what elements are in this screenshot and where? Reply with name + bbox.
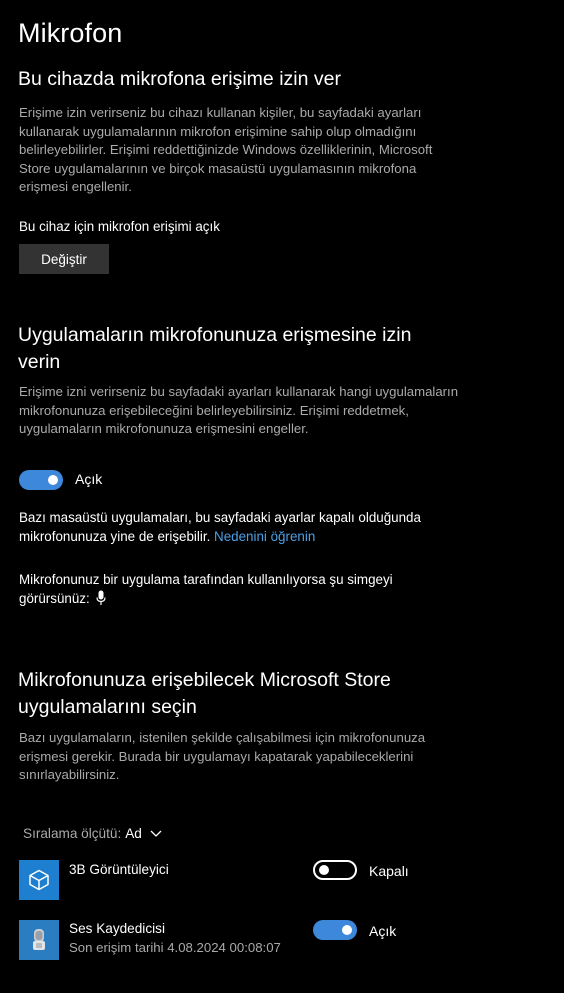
device-access-title: Bu cihazda mikrofona erişime izin ver [18,68,341,90]
learn-why-link[interactable]: Nedenini öğrenin [214,529,315,544]
change-button[interactable]: Değiştir [19,244,109,274]
app-name: Ses Kaydedicisi [69,921,165,936]
voice-recorder-icon [19,920,59,960]
device-access-description: Erişime izin verirseniz bu cihazı kullan… [19,105,433,195]
desktop-apps-note: Bazı masaüstü uygulamaları, bu sayfadaki… [19,508,444,546]
mic-icon-note: Mikrofonunuz bir uygulama tarafından kul… [19,570,419,611]
app-last-access: Son erişim tarihi 4.08.2024 00:08:07 [69,940,281,955]
app-name: 3B Görüntüleyici [69,862,169,877]
app-access-description: Erişime izni verirseniz bu sayfadaki aya… [19,384,459,437]
app-toggle-label: Açık [369,923,397,939]
store-apps-description: Bazı uygulamaların, istenilen şekilde ça… [19,730,426,783]
toggle-knob [48,475,58,485]
mic-icon-note-text: Mikrofonunuz bir uygulama tarafından kul… [19,572,393,606]
app-row-voice-recorder: Ses Kaydedicisi Son erişim tarihi 4.08.2… [19,920,539,964]
device-access-status: Bu cihaz için mikrofon erişimi açık [19,219,220,234]
app-access-title: Uygulamaların mikrofonunuza erişmesine i… [18,324,412,373]
toggle-knob [342,925,352,935]
app-toggle-label: Kapalı [369,863,409,879]
app-toggle-voice-recorder[interactable] [313,920,357,940]
cube-icon [19,860,59,900]
toggle-knob [319,865,329,875]
page-title: Mikrofon [18,18,123,48]
store-apps-title: Mikrofonunuza erişebilecek Microsoft Sto… [18,669,391,718]
app-access-toggle-label: Açık [75,471,103,487]
app-row-3d-viewer: 3B Görüntüleyici Kapalı [19,860,539,904]
app-access-toggle[interactable] [19,470,63,490]
sort-value: Ad [125,826,142,841]
sort-dropdown[interactable]: Sıralama ölçütü: Ad [23,826,162,841]
sort-label: Sıralama ölçütü: [23,826,122,841]
microphone-icon [96,590,107,611]
app-toggle-3d-viewer[interactable] [313,860,357,880]
chevron-down-icon [150,826,162,841]
